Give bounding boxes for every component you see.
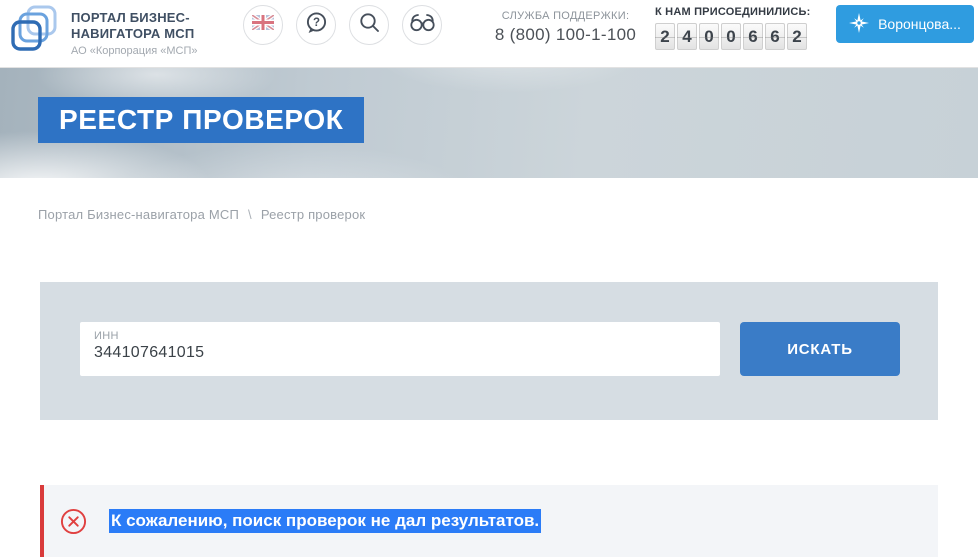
site-logo[interactable]: ПОРТАЛ БИЗНЕС- НАВИГАТОРА МСП АО «Корпор… <box>10 4 197 65</box>
eyeglasses-icon <box>409 13 436 37</box>
counter-digit: 4 <box>677 23 697 50</box>
support-block: СЛУЖБА ПОДДЕРЖКИ: 8 (800) 100-1-100 <box>478 10 653 45</box>
page: ПОРТАЛ БИЗНЕС- НАВИГАТОРА МСП АО «Корпор… <box>0 0 978 557</box>
logo-title-line1: ПОРТАЛ БИЗНЕС- <box>71 10 197 26</box>
search-panel: ИНН ИСКАТЬ <box>40 282 938 420</box>
counter-digits: 2 4 0 0 6 6 2 <box>655 23 807 50</box>
user-button-label: Воронцова... <box>878 16 961 32</box>
logo-squares-icon <box>10 4 64 65</box>
help-button[interactable]: ? <box>296 5 336 45</box>
counter-label: К НАМ ПРИСОЕДИНИЛИСЬ: <box>655 6 807 18</box>
language-switch-button[interactable] <box>243 5 283 45</box>
logo-text: ПОРТАЛ БИЗНЕС- НАВИГАТОРА МСП АО «Корпор… <box>71 4 197 57</box>
counter-digit: 0 <box>721 23 741 50</box>
compass-rose-icon <box>849 13 869 36</box>
header: ПОРТАЛ БИЗНЕС- НАВИГАТОРА МСП АО «Корпор… <box>0 0 978 68</box>
counter-digit: 6 <box>743 23 763 50</box>
breadcrumb-separator: \ <box>248 207 252 222</box>
header-icon-buttons: ? <box>243 5 442 45</box>
inn-field[interactable]: ИНН <box>80 322 720 376</box>
support-label: СЛУЖБА ПОДДЕРЖКИ: <box>478 10 653 22</box>
search-submit-button[interactable]: ИСКАТЬ <box>740 322 900 376</box>
inn-field-label: ИНН <box>94 330 706 342</box>
members-counter: К НАМ ПРИСОЕДИНИЛИСЬ: 2 4 0 0 6 6 2 <box>655 6 807 50</box>
breadcrumb-root-link[interactable]: Портал Бизнес-навигатора МСП <box>38 207 239 222</box>
page-title: РЕЕСТР ПРОВЕРОК <box>59 104 343 136</box>
logo-title-line2: НАВИГАТОРА МСП <box>71 26 197 42</box>
accessibility-button[interactable] <box>402 5 442 45</box>
search-button-header[interactable] <box>349 5 389 45</box>
question-bubble-icon: ? <box>304 11 328 40</box>
alert-message-selected-text: К сожалению, поиск проверок не дал резул… <box>109 509 541 533</box>
inn-input[interactable] <box>94 344 706 362</box>
breadcrumb-current: Реестр проверок <box>261 207 366 222</box>
hero-banner: РЕЕСТР ПРОВЕРОК <box>0 68 978 178</box>
svg-text:?: ? <box>313 17 320 29</box>
uk-flag-icon <box>252 15 274 35</box>
counter-digit: 2 <box>787 23 807 50</box>
search-icon <box>358 11 381 39</box>
page-title-plate: РЕЕСТР ПРОВЕРОК <box>38 97 364 143</box>
no-results-alert: К сожалению, поиск проверок не дал резул… <box>40 485 938 557</box>
user-location-button[interactable]: Воронцова... <box>836 5 974 43</box>
counter-digit: 2 <box>655 23 675 50</box>
breadcrumb: Портал Бизнес-навигатора МСП \ Реестр пр… <box>38 207 365 222</box>
alert-message: К сожалению, поиск проверок не дал резул… <box>109 509 541 533</box>
logo-subtitle: АО «Корпорация «МСП» <box>71 45 197 57</box>
counter-digit: 6 <box>765 23 785 50</box>
counter-digit: 0 <box>699 23 719 50</box>
support-phone: 8 (800) 100-1-100 <box>478 25 653 45</box>
error-circle-x-icon <box>60 508 87 535</box>
